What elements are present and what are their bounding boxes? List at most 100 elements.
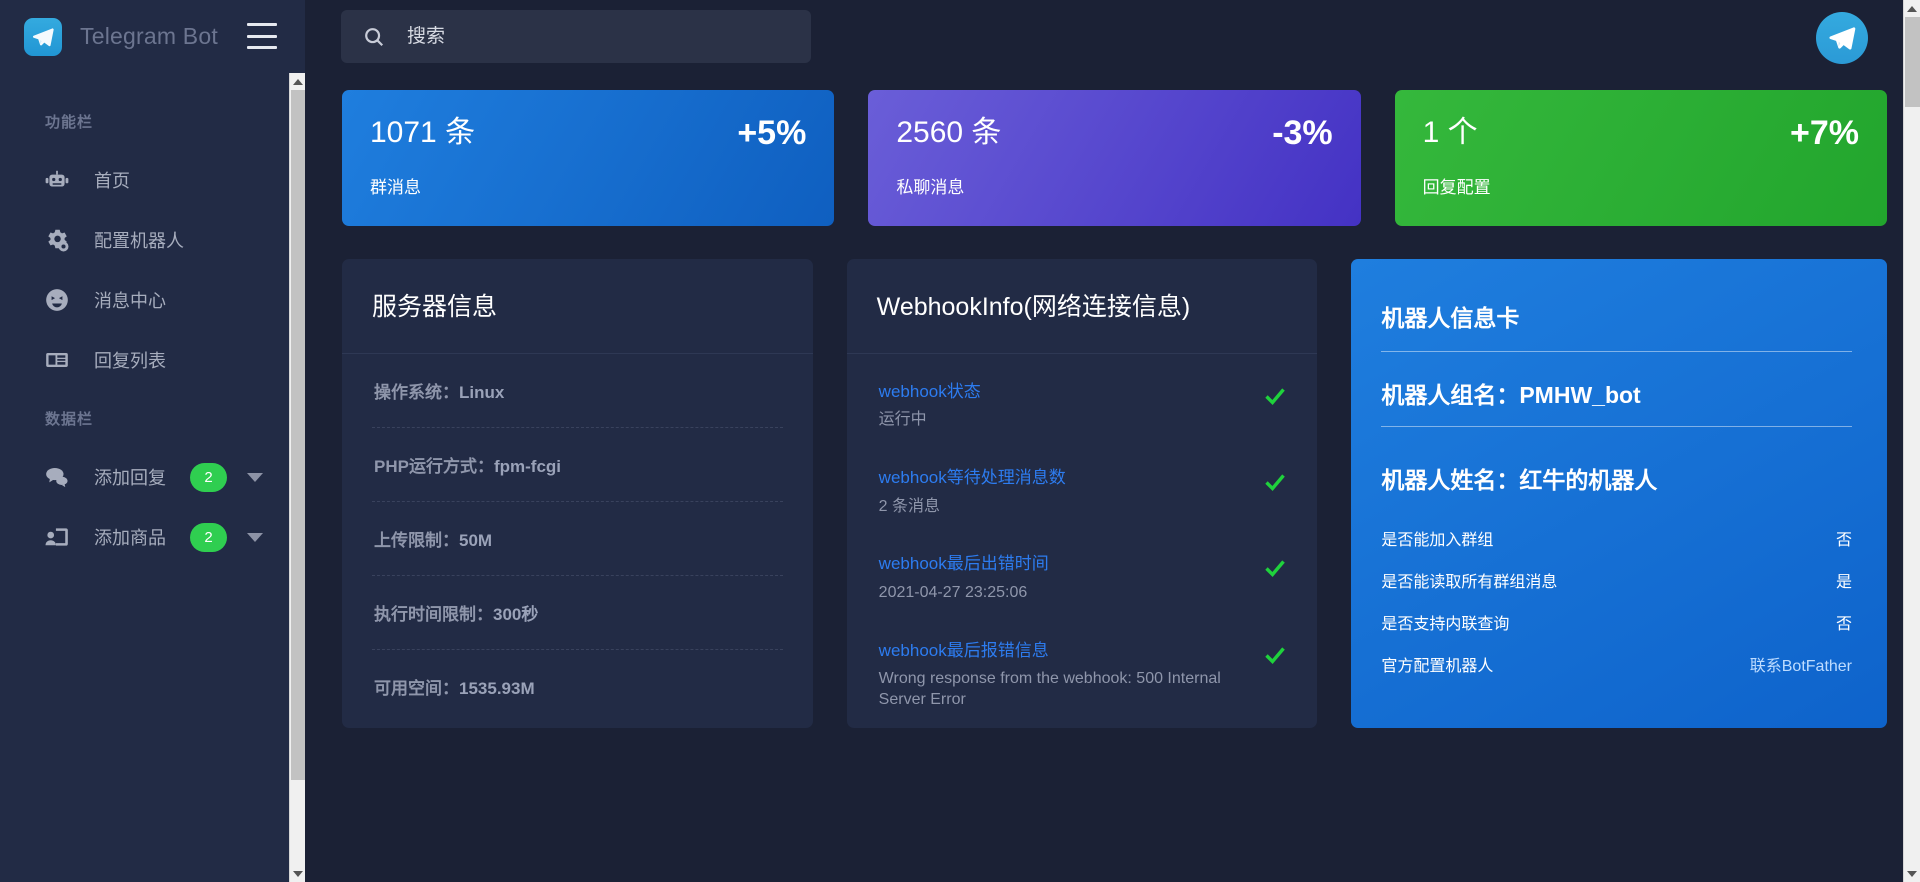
sidebar-item-label: 回复列表 [94, 351, 166, 371]
row-value: fpm-fcgi [493, 456, 562, 476]
list-item: webhook最后报错信息 Wrong response from the we… [877, 621, 1288, 728]
row-label: 是否支持内联查询 [1381, 616, 1510, 633]
sidebar-scrollbar[interactable] [289, 73, 305, 882]
table-row: 操作系统：Linux [372, 354, 783, 428]
table-row: 可用空间：1535.93M [372, 650, 783, 723]
sidebar-item-label: 首页 [94, 171, 130, 191]
table-row: 上传限制：50M [372, 502, 783, 576]
nav-group-title-data: 数据栏 [45, 411, 94, 428]
sidebar-scrollbar-thumb[interactable] [291, 90, 305, 780]
webhook-info-panel: WebhookInfo(网络连接信息) webhook状态 运行中 webhoo… [846, 259, 1318, 728]
webhook-row-key[interactable]: webhook状态 [879, 379, 1236, 405]
webhook-row-value: 2 条消息 [878, 497, 941, 515]
scroll-up-arrow-icon[interactable] [290, 73, 305, 90]
search-input[interactable] [407, 25, 767, 48]
row-value: 50M [459, 530, 493, 550]
smiley-face-icon [42, 285, 72, 315]
server-info-header: 服务器信息 [342, 259, 813, 354]
sidebar-item-home[interactable]: 首页 [0, 150, 305, 210]
panel-title: WebhookInfo(网络连接信息) [876, 293, 1191, 321]
sidebar-item-add-product[interactable]: 添加商品 2 [0, 507, 305, 567]
stat-label: 回复配置 [1422, 178, 1491, 197]
stat-card-private-messages[interactable]: 2560 条 -3% 私聊消息 [868, 90, 1361, 226]
newspaper-icon [42, 345, 72, 375]
stat-card-reply-config[interactable]: 1 个 +7% 回复配置 [1394, 90, 1887, 226]
table-row: PHP运行方式：fpm-fcgi [372, 428, 783, 502]
list-item: webhook等待处理消息数 2 条消息 [877, 448, 1288, 534]
sidebar-header: Telegram Bot [0, 0, 305, 73]
row-value: 是 [1836, 574, 1853, 591]
bot-card-title: 机器人信息卡 [1381, 299, 1853, 352]
bot-name: 机器人姓名：红牛的机器人 [1381, 467, 1658, 493]
stat-label: 群消息 [370, 178, 421, 197]
row-label: 是否能加入群组 [1381, 532, 1494, 549]
table-row: 执行时间限制：300秒 [372, 576, 783, 650]
sidebar-nav: 功能栏 首页 配置机器人 消息中心 回复列表 数据栏 添加回复 2 添加商品 2 [0, 73, 305, 882]
user-screen-icon [42, 522, 72, 552]
webhook-row-key[interactable]: webhook最后出错时间 [879, 551, 1236, 577]
server-info-panel: 服务器信息 操作系统：Linux PHP运行方式：fpm-fcgi 上传限制：5… [342, 259, 813, 728]
row-value: Linux [459, 382, 505, 402]
check-icon [1263, 556, 1287, 580]
sidebar-item-label: 配置机器人 [94, 231, 184, 251]
scroll-down-arrow-icon[interactable] [1904, 865, 1920, 882]
row-value: 否 [1836, 532, 1853, 549]
row-key: PHP运行方式： [374, 456, 494, 476]
webhook-row-value: 运行中 [878, 411, 927, 429]
row-key: 操作系统： [374, 382, 459, 402]
hamburger-menu-icon[interactable] [247, 23, 277, 49]
app-root: Telegram Bot 功能栏 首页 配置机器人 消息中心 回复列表 数据栏 … [0, 0, 1920, 882]
chevron-down-icon[interactable] [247, 532, 263, 542]
robot-icon [42, 165, 72, 195]
row-key: 执行时间限制： [374, 604, 493, 624]
webhook-row-value: 2021-04-27 23:25:06 [878, 583, 1028, 601]
webhook-info-header: WebhookInfo(网络连接信息) [846, 259, 1318, 354]
chevron-down-icon[interactable] [247, 472, 263, 482]
brand-title: Telegram Bot [80, 23, 218, 49]
list-item: webhook状态 运行中 [877, 362, 1288, 448]
sidebar-item-message-center[interactable]: 消息中心 [0, 270, 305, 330]
contact-botfather-link[interactable]: 联系BotFather [1750, 652, 1852, 676]
sidebar-item-add-reply[interactable]: 添加回复 2 [0, 447, 305, 507]
page-scrollbar[interactable] [1903, 0, 1920, 882]
webhook-row-key[interactable]: webhook最后报错信息 [879, 638, 1236, 664]
page-scrollbar-thumb[interactable] [1905, 17, 1920, 107]
chat-bubbles-icon [42, 462, 72, 492]
sidebar: Telegram Bot 功能栏 首页 配置机器人 消息中心 回复列表 数据栏 … [0, 0, 305, 882]
scroll-up-arrow-icon[interactable] [1904, 0, 1920, 17]
sidebar-item-label: 消息中心 [94, 291, 166, 311]
telegram-paper-plane-icon [24, 17, 62, 56]
webhook-info-list: webhook状态 运行中 webhook等待处理消息数 2 条消息 webho… [847, 354, 1318, 728]
table-row: 是否能读取所有群组消息 是 [1381, 559, 1852, 601]
sidebar-item-reply-list[interactable]: 回复列表 [0, 330, 305, 390]
sidebar-item-label: 添加商品 [94, 528, 166, 548]
telegram-avatar-icon[interactable] [1816, 12, 1868, 64]
main-content: 1071 条 +5% 群消息 2560 条 -3% 私聊消息 1 个 +7% 回… [305, 0, 1920, 882]
check-icon [1263, 384, 1287, 408]
stat-delta: -3% [1272, 114, 1333, 152]
bot-info-card: 机器人信息卡 机器人组名：PMHW_bot 机器人姓名：红牛的机器人 是否能加入… [1351, 259, 1888, 728]
row-label: 是否能读取所有群组消息 [1381, 574, 1558, 591]
row-value: 1535.93M [459, 678, 535, 698]
stat-label: 私聊消息 [896, 178, 965, 197]
stat-value: 2560 条 [896, 116, 1002, 149]
panel-row: 服务器信息 操作系统：Linux PHP运行方式：fpm-fcgi 上传限制：5… [342, 259, 1888, 728]
webhook-row-value: Wrong response from the webhook: 500 Int… [878, 670, 1221, 708]
table-row: 官方配置机器人 联系BotFather [1381, 643, 1852, 685]
server-info-list: 操作系统：Linux PHP运行方式：fpm-fcgi 上传限制：50M 执行时… [342, 354, 813, 723]
status-badge: 2 [190, 522, 227, 552]
stat-card-group-messages[interactable]: 1071 条 +5% 群消息 [342, 90, 835, 226]
table-row: 是否支持内联查询 否 [1381, 601, 1852, 643]
search-box[interactable] [341, 10, 811, 63]
scroll-down-arrow-icon[interactable] [290, 865, 305, 882]
stat-delta: +5% [737, 114, 807, 152]
check-icon [1263, 643, 1287, 667]
sidebar-item-configure-bot[interactable]: 配置机器人 [0, 210, 305, 270]
sidebar-item-label: 添加回复 [94, 468, 166, 488]
row-label: 官方配置机器人 [1381, 658, 1494, 675]
row-key: 可用空间： [374, 678, 459, 698]
search-icon [363, 26, 385, 48]
gears-icon [42, 225, 72, 255]
panel-title: 服务器信息 [372, 293, 498, 321]
webhook-row-key[interactable]: webhook等待处理消息数 [879, 465, 1236, 491]
